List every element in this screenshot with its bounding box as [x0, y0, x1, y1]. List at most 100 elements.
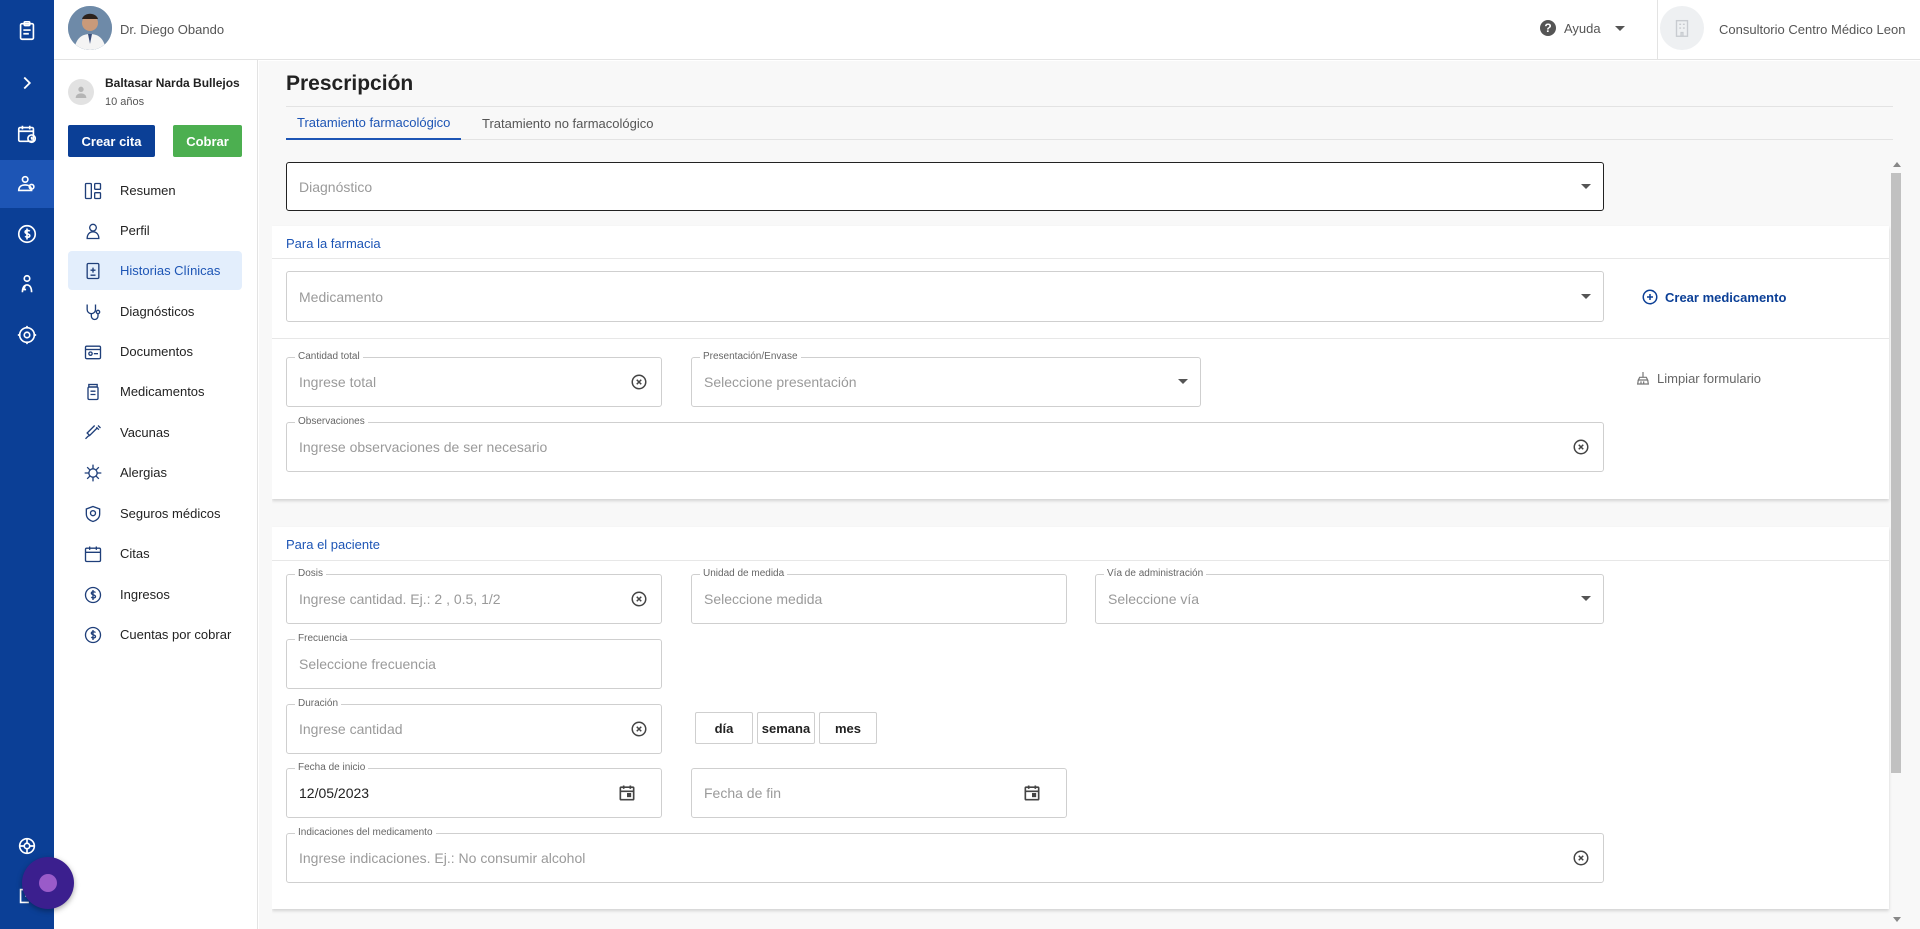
- sidebar-item-label: Vacunas: [120, 425, 170, 440]
- sidebar-item-seguros-medicos[interactable]: Seguros médicos: [68, 494, 242, 533]
- header-divider: [1657, 0, 1658, 60]
- sidebar-item-ingresos[interactable]: Ingresos: [68, 575, 242, 614]
- patient-age: 10 años: [105, 96, 145, 108]
- settings-gear-icon[interactable]: [0, 311, 54, 359]
- expand-chevron-icon[interactable]: [0, 59, 54, 107]
- clear-icon[interactable]: [630, 373, 648, 391]
- sidebar-item-medicamentos[interactable]: Medicamentos: [68, 372, 242, 411]
- divider: [272, 338, 1889, 339]
- billing-dollar-icon[interactable]: [0, 210, 54, 258]
- calendar-clock-icon[interactable]: [0, 110, 54, 158]
- create-medication-button[interactable]: Crear medicamento: [1641, 288, 1786, 306]
- patient-section-title: Para el paciente: [286, 537, 380, 552]
- sidebar-item-label: Resumen: [120, 183, 176, 198]
- clear-icon[interactable]: [1572, 438, 1590, 456]
- medication-select[interactable]: Medicamento: [286, 271, 1604, 322]
- chevron-down-icon: [1581, 293, 1591, 299]
- total-quantity-placeholder: Ingrese total: [299, 374, 377, 390]
- sidebar-item-historias-clinicas[interactable]: Historias Clínicas: [68, 251, 242, 290]
- patient-name: Baltasar Narda Bullejos: [105, 76, 240, 90]
- diagnosis-select[interactable]: Diagnóstico: [286, 162, 1604, 211]
- sidebar-item-label: Medicamentos: [120, 384, 205, 399]
- clear-form-button[interactable]: Limpiar formulario: [1635, 370, 1761, 386]
- help-question-icon: ?: [1540, 20, 1556, 36]
- sidebar-item-vacunas[interactable]: Vacunas: [68, 413, 242, 452]
- total-quantity-field[interactable]: Cantidad total Ingrese total: [286, 351, 662, 407]
- duration-day-button[interactable]: día: [695, 712, 753, 744]
- chevron-down-icon: [1614, 25, 1625, 31]
- sidebar-item-label: Citas: [120, 546, 150, 561]
- route-placeholder: Seleccione vía: [1108, 591, 1200, 607]
- sidebar-item-documentos[interactable]: Documentos: [68, 332, 242, 371]
- broom-icon: [1636, 372, 1650, 385]
- prescription-form: Diagnóstico Para la farmacia Medicamento…: [272, 160, 1899, 929]
- patients-icon[interactable]: [0, 160, 54, 208]
- end-date-placeholder: Fecha de fin: [704, 785, 782, 801]
- chevron-down-icon: [1581, 596, 1591, 601]
- route-select[interactable]: Vía de administración Seleccione vía: [1095, 568, 1604, 624]
- frequency-placeholder: Seleccione frecuencia: [299, 656, 436, 672]
- doctor-avatar[interactable]: [68, 6, 112, 50]
- dose-placeholder: Ingrese cantidad. Ej.: 2 , 0.5, 1/2: [299, 591, 501, 607]
- clinic-building-icon[interactable]: [1660, 6, 1704, 50]
- sidebar-item-diagnosticos[interactable]: Diagnósticos: [68, 292, 242, 331]
- clear-icon[interactable]: [1572, 849, 1590, 867]
- top-header: Dr. Diego Obando ? Ayuda Consultorio Cen…: [54, 0, 1920, 60]
- duration-week-button[interactable]: semana: [757, 712, 815, 744]
- duration-placeholder: Ingrese cantidad: [299, 721, 403, 737]
- app-rail: [0, 0, 54, 929]
- help-menu[interactable]: ? Ayuda: [1540, 20, 1625, 36]
- chat-assistant-button[interactable]: [22, 857, 74, 909]
- dose-label: Dosis: [295, 568, 327, 579]
- scroll-up-arrow-icon[interactable]: [1893, 162, 1901, 167]
- frequency-select[interactable]: Frecuencia Seleccione frecuencia: [286, 633, 662, 689]
- clear-icon[interactable]: [630, 720, 648, 738]
- sidebar-item-label: Ingresos: [120, 587, 170, 602]
- medication-placeholder: Medicamento: [299, 288, 384, 305]
- clipboard-icon[interactable]: [0, 7, 54, 55]
- sidebar-item-alergias[interactable]: Alergias: [68, 453, 242, 492]
- profile-icon: [80, 221, 106, 241]
- start-date-field[interactable]: Fecha de inicio 12/05/2023: [286, 762, 662, 818]
- dose-field[interactable]: Dosis Ingrese cantidad. Ej.: 2 , 0.5, 1/…: [286, 568, 662, 624]
- sidebar-item-citas[interactable]: Citas: [68, 534, 242, 573]
- charge-button[interactable]: Cobrar: [173, 125, 242, 157]
- presentation-label: Presentación/Envase: [700, 351, 801, 362]
- sidebar-item-resumen[interactable]: Resumen: [68, 171, 242, 210]
- clear-form-label: Limpiar formulario: [1657, 370, 1762, 386]
- observations-field[interactable]: Observaciones Ingrese observaciones de s…: [286, 416, 1604, 472]
- presentation-select[interactable]: Presentación/Envase Seleccione presentac…: [691, 351, 1201, 407]
- instructions-placeholder: Ingrese indicaciones. Ej.: No consumir a…: [299, 850, 586, 866]
- instructions-label: Indicaciones del medicamento: [295, 827, 436, 838]
- duration-field[interactable]: Duración Ingrese cantidad: [286, 698, 662, 754]
- patient-section: Para el paciente Dosis Ingrese cantidad.…: [272, 527, 1889, 909]
- receivables-icon: [80, 625, 106, 645]
- end-date-field[interactable]: Fecha de fin: [691, 768, 1067, 818]
- observations-placeholder: Ingrese observaciones de ser necesario: [299, 439, 548, 455]
- treatment-tabs: Tratamiento farmacológico Tratamiento no…: [286, 106, 1893, 140]
- instructions-field[interactable]: Indicaciones del medicamento Ingrese ind…: [286, 827, 1604, 883]
- unit-label: Unidad de medida: [700, 568, 788, 579]
- clear-icon[interactable]: [630, 590, 648, 608]
- chevron-down-icon: [1581, 183, 1591, 189]
- chevron-down-icon: [1178, 379, 1188, 384]
- divider: [272, 258, 1889, 259]
- create-medication-label: Crear medicamento: [1665, 289, 1787, 305]
- scroll-down-arrow-icon[interactable]: [1893, 917, 1901, 922]
- doctor-icon[interactable]: [0, 260, 54, 308]
- sidebar-item-label: Seguros médicos: [120, 506, 221, 521]
- tab-pharmacological[interactable]: Tratamiento farmacológico: [286, 107, 462, 140]
- unit-select[interactable]: Unidad de medida Seleccione medida: [691, 568, 1067, 624]
- sidebar-item-cuentas-por-cobrar[interactable]: Cuentas por cobrar: [68, 615, 242, 654]
- tab-non-pharmacological[interactable]: Tratamiento no farmacológico: [471, 107, 665, 140]
- create-appointment-button[interactable]: Crear cita: [68, 125, 155, 157]
- scrollbar-thumb[interactable]: [1891, 173, 1901, 773]
- total-quantity-label: Cantidad total: [295, 351, 363, 362]
- calendar-icon[interactable]: [617, 783, 637, 803]
- help-label: Ayuda: [1564, 20, 1601, 36]
- duration-month-button[interactable]: mes: [819, 712, 877, 744]
- medicine-bottle-icon: [80, 382, 106, 402]
- sidebar-item-perfil[interactable]: Perfil: [68, 211, 242, 250]
- calendar-icon[interactable]: [1022, 783, 1042, 803]
- clinic-name[interactable]: Consultorio Centro Médico Leon: [1719, 22, 1905, 37]
